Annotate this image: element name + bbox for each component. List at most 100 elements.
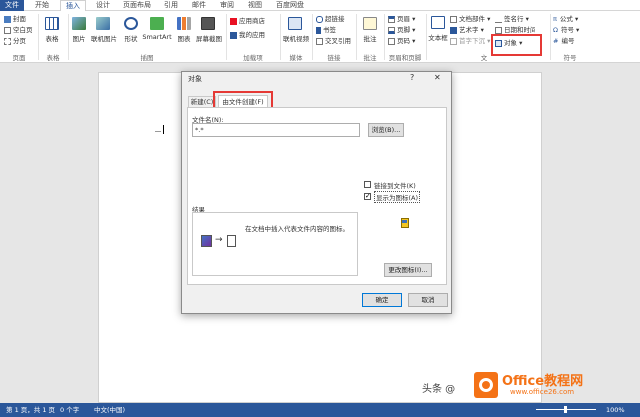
wordart-icon xyxy=(450,26,457,34)
object-button-highlight xyxy=(491,34,542,56)
browse-button[interactable]: 浏览(B)... xyxy=(368,123,404,137)
watermark-prefix: 头条 @ xyxy=(422,384,456,395)
group-label-media: 媒体 xyxy=(289,54,303,62)
cover-page-icon xyxy=(4,15,11,23)
source-file-icon xyxy=(201,235,212,247)
cancel-button[interactable]: 取消 xyxy=(408,293,448,307)
textbox-button-label[interactable]: 文本框 xyxy=(426,32,450,42)
dropcap-icon xyxy=(450,37,457,45)
page-break-button[interactable]: 分页 xyxy=(4,37,26,46)
group-label-tables: 表格 xyxy=(46,54,60,62)
tab-references[interactable]: 引用 xyxy=(160,0,182,11)
cross-reference-icon xyxy=(316,37,323,45)
word-count[interactable]: 0 个字 xyxy=(60,403,79,417)
cover-page-button[interactable]: 封面 xyxy=(4,15,26,24)
online-picture-icon[interactable] xyxy=(96,17,110,30)
filename-input[interactable]: *.* xyxy=(192,123,360,137)
change-icon-button[interactable]: 更改图标(I)... xyxy=(384,263,432,277)
link-to-file-label: 链接到文件(K) xyxy=(374,182,416,190)
page-count[interactable]: 第 1 页，共 1 页 xyxy=(6,403,55,417)
comment-button-label[interactable]: 批注 xyxy=(358,33,382,43)
arrow-icon: → xyxy=(215,235,223,245)
tab-file[interactable]: 文件 xyxy=(0,0,24,11)
screenshot-icon[interactable] xyxy=(201,17,215,30)
target-doc-icon xyxy=(227,235,236,247)
close-icon[interactable]: ✕ xyxy=(434,73,441,82)
tab-home[interactable]: 开始 xyxy=(30,0,54,11)
smartart-icon[interactable] xyxy=(150,17,164,30)
pi-icon: π xyxy=(553,15,557,23)
omega-icon: Ω xyxy=(553,26,558,34)
group-label-links: 链接 xyxy=(327,54,341,62)
textbox-icon[interactable] xyxy=(431,16,445,29)
blank-page-button[interactable]: 空白页 xyxy=(4,26,33,35)
help-button[interactable]: ? xyxy=(410,73,414,82)
footer-icon xyxy=(388,26,395,34)
tab-view[interactable]: 视图 xyxy=(244,0,266,11)
display-as-icon-checkbox[interactable]: ✓ xyxy=(364,193,371,200)
picture-button-label[interactable]: 图片 xyxy=(68,33,90,43)
comment-icon[interactable] xyxy=(363,17,377,30)
tab-review[interactable]: 审阅 xyxy=(216,0,238,11)
hyperlink-button[interactable]: 超链接 xyxy=(316,15,345,24)
tab-insert[interactable]: 插入 xyxy=(60,0,86,11)
tab-create-new[interactable]: 新建(C) xyxy=(188,96,216,107)
icon-dot xyxy=(402,220,407,223)
calendar-icon xyxy=(495,26,502,34)
footer-button[interactable]: 页脚 ▾ xyxy=(388,26,415,35)
signature-line-button[interactable]: 签名行 ▾ xyxy=(495,15,529,24)
language-indicator[interactable]: 中文(中国) xyxy=(94,403,125,417)
smartart-button-label[interactable]: SmartArt xyxy=(140,33,174,41)
zoom-slider-thumb[interactable] xyxy=(564,406,567,413)
online-video-button-label[interactable]: 联机视频 xyxy=(280,33,312,43)
tab-mailings[interactable]: 邮件 xyxy=(188,0,210,11)
text-cursor xyxy=(163,125,164,134)
online-picture-button-label[interactable]: 联机图片 xyxy=(88,33,120,43)
store-icon xyxy=(230,17,237,25)
table-button-label[interactable]: 表格 xyxy=(40,33,64,43)
page-break-icon xyxy=(4,37,11,45)
screenshot-button-label[interactable]: 屏幕截图 xyxy=(194,33,224,43)
group-label-symbols: 符号 xyxy=(563,54,577,62)
header-button[interactable]: 页眉 ▾ xyxy=(388,15,415,24)
chart-button-label[interactable]: 图表 xyxy=(172,33,196,43)
quick-parts-button[interactable]: 文档部件 ▾ xyxy=(450,15,490,24)
picture-icon[interactable] xyxy=(72,17,86,30)
ok-button[interactable]: 确定 xyxy=(362,293,402,307)
page-number-button[interactable]: 页码 ▾ xyxy=(388,37,415,46)
number-button[interactable]: # 编号 xyxy=(553,37,574,46)
table-icon[interactable] xyxy=(45,17,59,30)
result-text: 在文档中插入代表文件内容的图标。 xyxy=(245,225,349,233)
hyperlink-icon xyxy=(316,15,323,23)
watermark-url: www.office26.com xyxy=(510,388,575,396)
online-video-icon[interactable] xyxy=(288,17,302,30)
tab-design[interactable]: 设计 xyxy=(92,0,114,11)
tab-baidu-netdisk[interactable]: 百度网盘 xyxy=(272,0,308,11)
header-icon xyxy=(388,15,395,23)
quick-parts-icon xyxy=(450,15,457,23)
ribbon-tab-bar: 文件 开始 插入 设计 页面布局 引用 邮件 审阅 视图 百度网盘 xyxy=(0,0,640,11)
bookmark-button[interactable]: 书签 xyxy=(316,26,336,35)
store-button[interactable]: 应用商店 xyxy=(230,17,265,26)
chart-icon[interactable] xyxy=(177,17,191,30)
my-apps-icon xyxy=(230,31,237,39)
link-to-file-checkbox[interactable] xyxy=(364,181,371,188)
group-label-header-footer: 页眉和页脚 xyxy=(388,54,422,62)
my-apps-button[interactable]: 我的应用 xyxy=(230,31,265,40)
display-as-icon-label: 显示为图标(A) xyxy=(374,191,421,203)
watermark: 头条 @ Office教程网 www.office26.com xyxy=(418,368,640,404)
office-logo-ring xyxy=(479,378,493,392)
watermark-brand: Office教程网 xyxy=(502,374,584,389)
cross-reference-button[interactable]: 交叉引用 xyxy=(316,37,351,46)
zoom-level[interactable]: 100% xyxy=(606,403,625,417)
status-bar: 第 1 页，共 1 页 0 个字 中文(中国) 100% xyxy=(0,403,640,417)
dropcap-button[interactable]: 首字下沉 ▾ xyxy=(450,37,490,46)
shapes-icon[interactable] xyxy=(124,17,138,30)
tab-layout[interactable]: 页面布局 xyxy=(120,0,154,11)
symbol-button[interactable]: Ω 符号 ▾ xyxy=(553,26,579,35)
formula-button[interactable]: π 公式 ▾ xyxy=(553,15,578,24)
wordart-button[interactable]: 艺术字 ▾ xyxy=(450,26,484,35)
blank-page-icon xyxy=(4,26,11,34)
group-label-illustrations: 插图 xyxy=(140,54,154,62)
group-label-pages: 页面 xyxy=(12,54,26,62)
